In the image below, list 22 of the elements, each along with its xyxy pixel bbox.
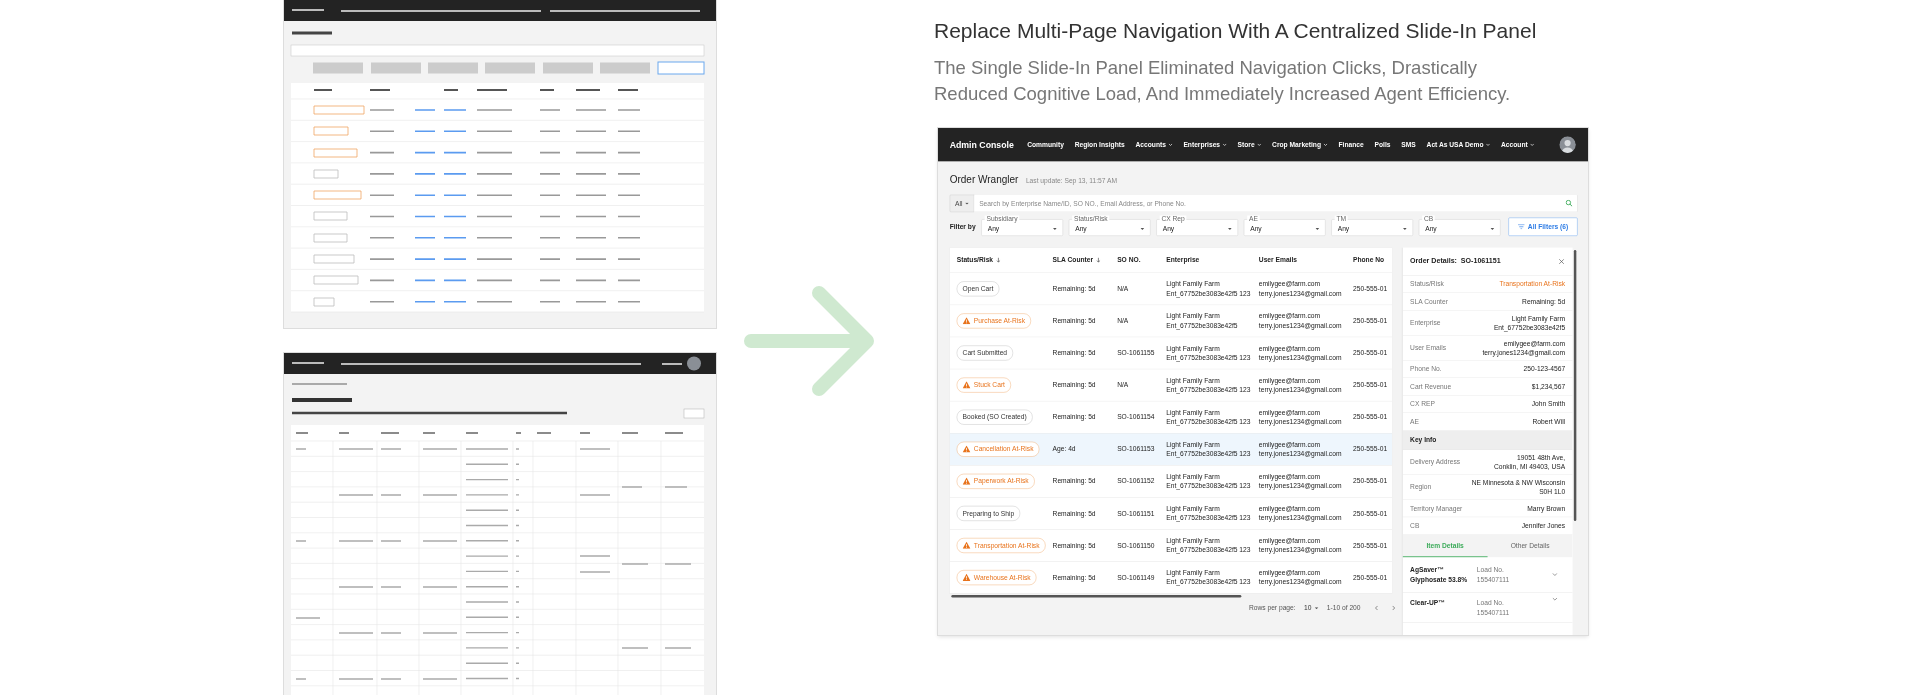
warning-icon <box>962 381 971 389</box>
warning-icon <box>962 477 971 485</box>
caret-icon <box>1315 227 1320 230</box>
vertical-scrollbar[interactable] <box>1573 250 1577 521</box>
caret-icon <box>1140 227 1145 230</box>
warning-icon <box>962 445 971 453</box>
warning-icon <box>962 541 971 549</box>
caret-icon <box>965 202 969 205</box>
caret-icon <box>1490 227 1495 230</box>
warning-icon <box>962 573 971 581</box>
page-title: Order Wrangler <box>949 173 1019 186</box>
caret-icon <box>1228 227 1232 230</box>
caret-icon <box>1314 606 1319 610</box>
arrow-icon <box>743 285 877 397</box>
warning-icon <box>962 317 971 325</box>
avatar[interactable] <box>1558 135 1577 154</box>
headline: Replace Multi-Page Navigation With A Centralized Slide-In Panel <box>934 18 1538 44</box>
horizontal-scrollbar[interactable] <box>951 595 1242 598</box>
app-title: Admin Console <box>949 139 1014 150</box>
description: The Single Slide-In Panel Eliminated Navigation Clicks, Drastically Reduced Cognitive Load, And Immediately Increased Agent Efficiency. <box>934 56 1512 106</box>
caret-icon <box>1403 227 1407 230</box>
caret-icon <box>1053 227 1057 230</box>
